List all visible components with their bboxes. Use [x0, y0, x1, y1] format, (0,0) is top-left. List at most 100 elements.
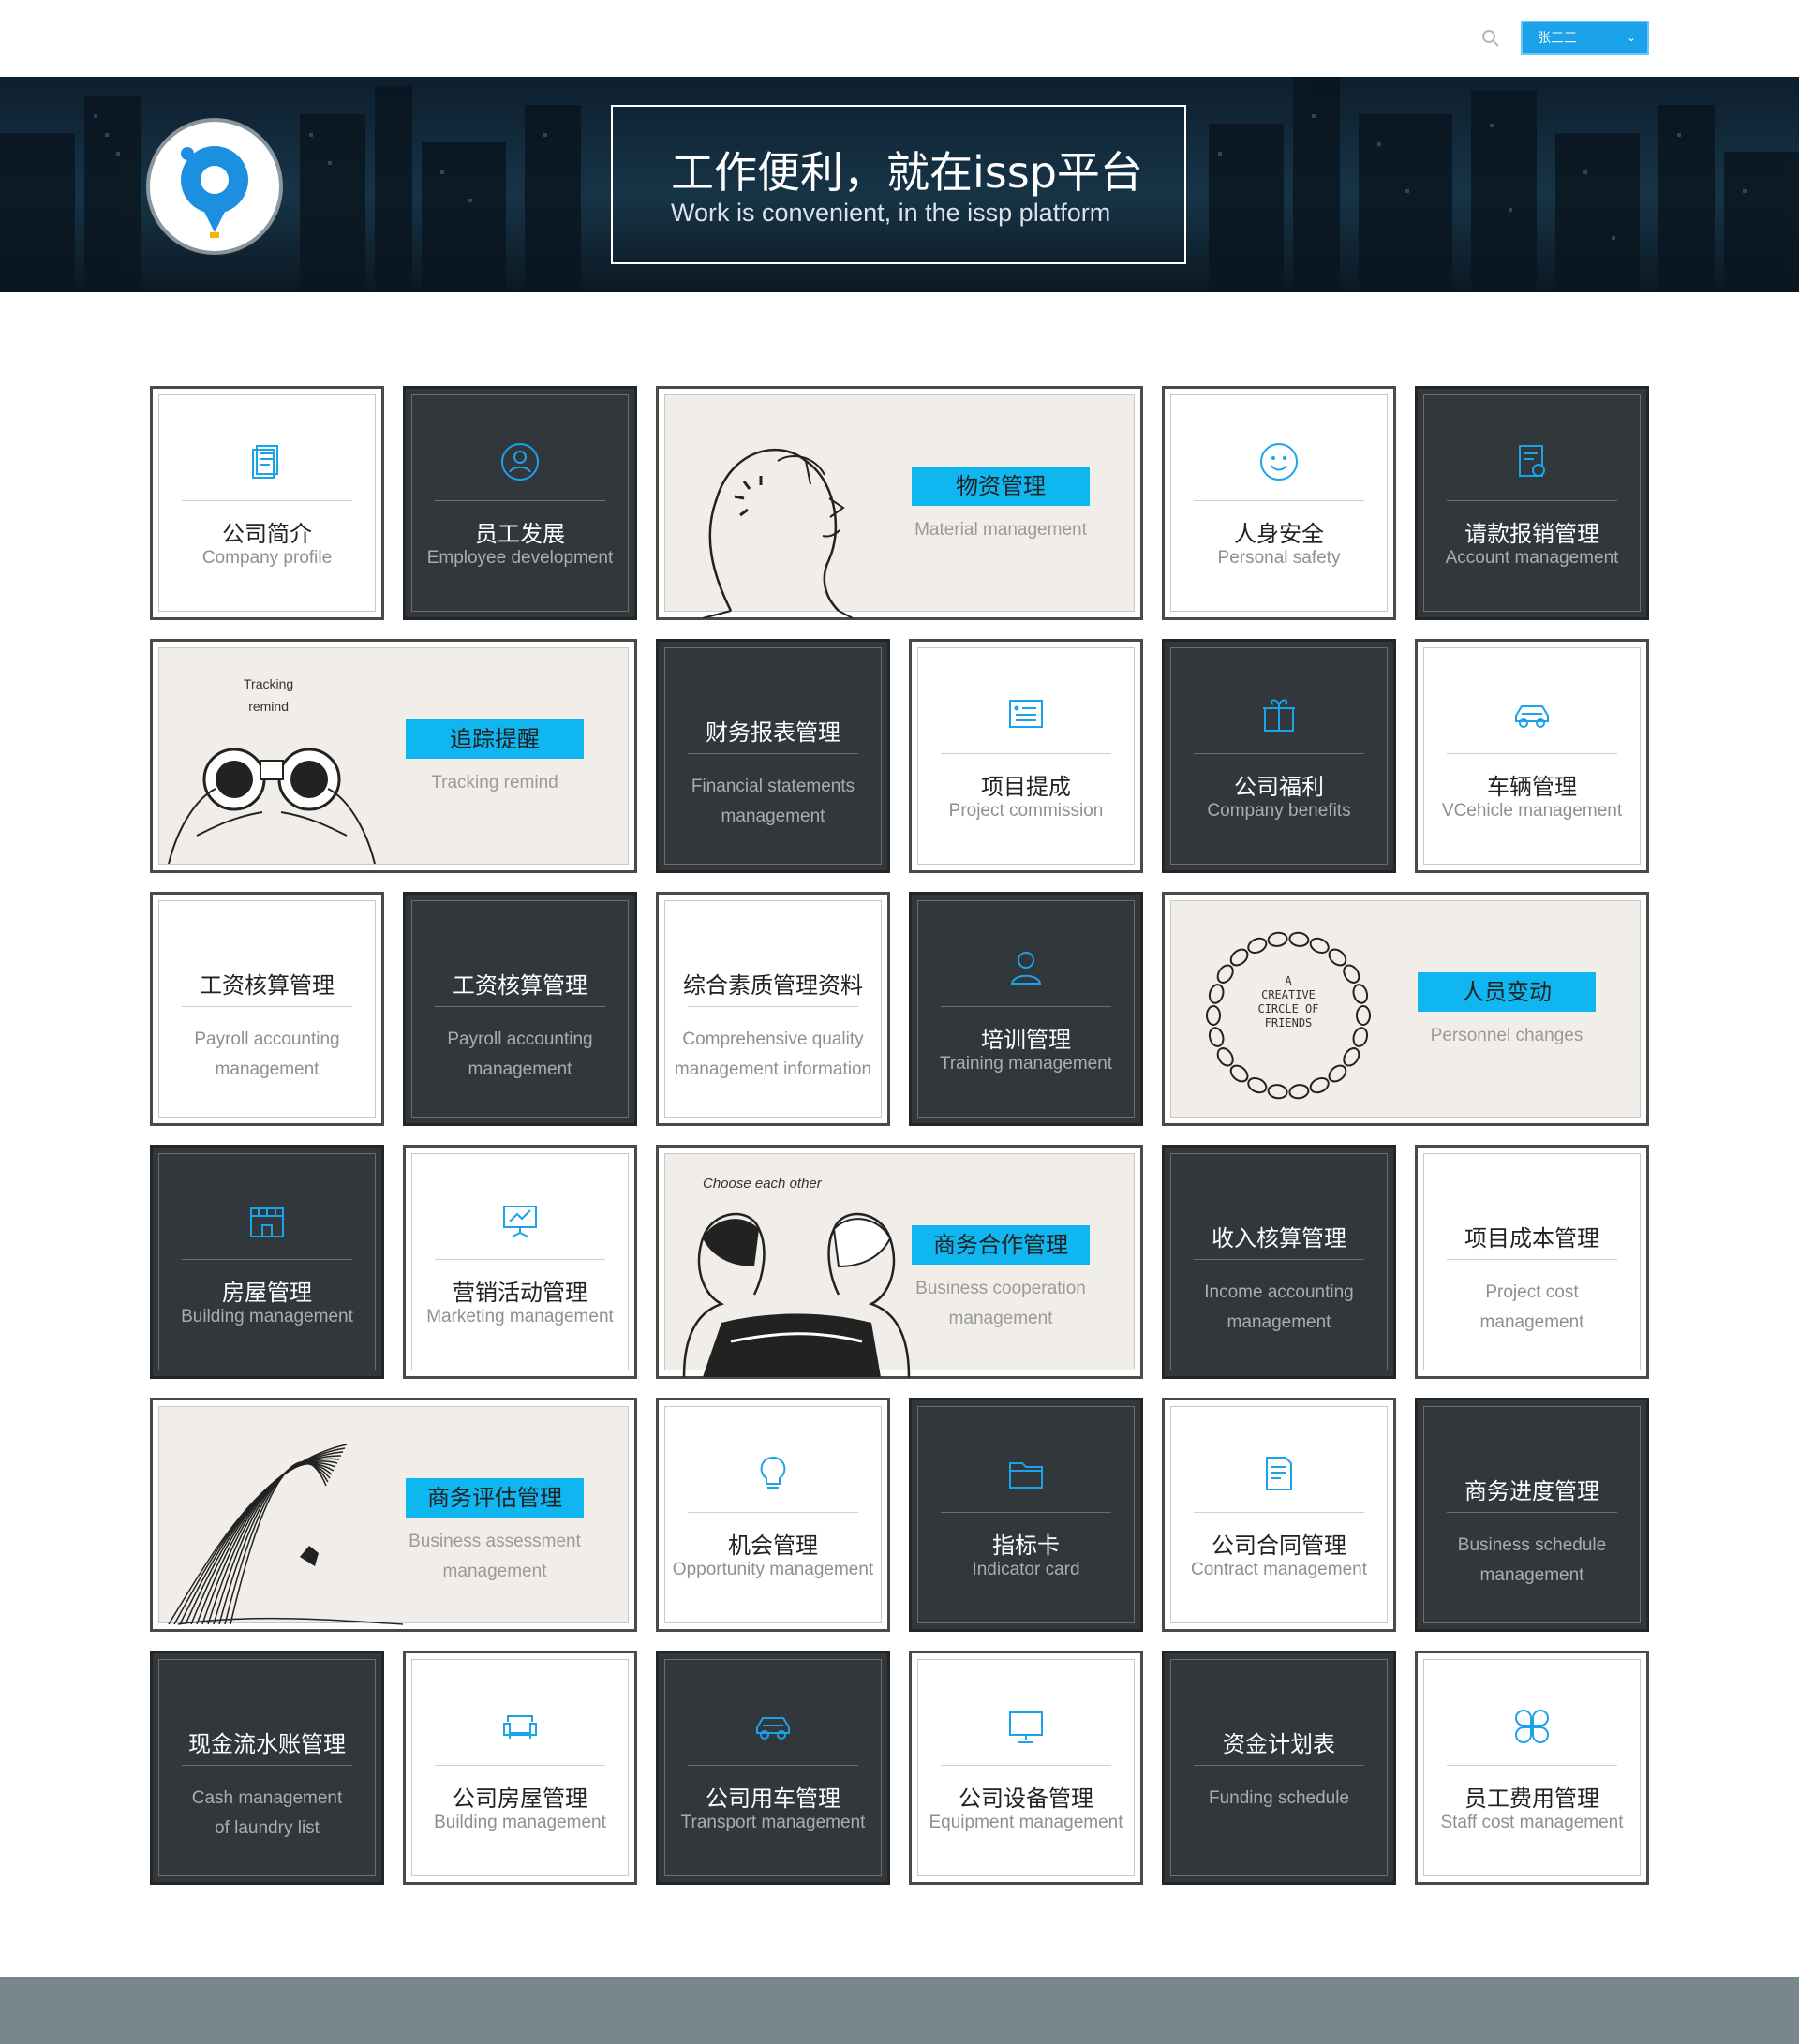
tile-divider: [435, 500, 605, 501]
module-tile[interactable]: 财务报表管理 Financial statements management: [656, 639, 890, 873]
module-tile[interactable]: A CREATIVE CIRCLE OF FRIENDS 人员变动 Personne…: [1162, 892, 1649, 1126]
tile-title: 收入核算管理: [1212, 1225, 1346, 1252]
tile-divider: [941, 1765, 1111, 1766]
module-tile[interactable]: 项目成本管理 Project cost management: [1415, 1145, 1649, 1379]
banner-title: 工作便利，就在issp平台: [671, 147, 1143, 198]
lightbulb-icon: [760, 1456, 786, 1489]
tile-subtitle: Marketing management: [426, 1307, 614, 1326]
tile-title: 财务报表管理: [706, 719, 840, 746]
footer: [0, 1977, 1799, 2044]
tile-frame: 物资管理 Material management: [664, 394, 1135, 619]
module-tile[interactable]: 指标卡 Indicator card: [909, 1398, 1143, 1632]
module-tile[interactable]: 综合素质管理资料 Comprehensive quality management…: [656, 892, 890, 1126]
module-tile[interactable]: 项目提成 Project commission: [909, 639, 1143, 873]
tile-title: 物资管理: [912, 467, 1090, 506]
tile-subtitle: Comprehensive quality management informa…: [674, 1029, 872, 1079]
search-icon[interactable]: [1480, 28, 1501, 49]
tile-subtitle: Payroll accounting management: [194, 1029, 340, 1079]
tile-divider: [435, 1765, 605, 1766]
tile-divider: [941, 753, 1111, 754]
tile-title: 人员变动: [1418, 972, 1596, 1012]
tile-divider: [182, 1765, 352, 1766]
tile-subtitle: Transport management: [680, 1813, 866, 1832]
tile-frame: 商务评估管理 Business assessment management: [158, 1406, 629, 1625]
tile-subtitle: Company profile: [201, 548, 333, 568]
module-tile[interactable]: 现金流水账管理 Cash management of laundry list: [150, 1651, 384, 1885]
module-tile[interactable]: 营销活动管理 Marketing management: [403, 1145, 637, 1379]
module-tile[interactable]: 车辆管理 VCehicle management: [1415, 639, 1649, 873]
circle-of-friends-illustration: [1171, 901, 1647, 1129]
tile-subtitle: Financial statements management: [691, 777, 855, 826]
tile-divider: [1194, 500, 1364, 501]
user-circle-icon: [501, 443, 539, 481]
module-tile[interactable]: 工资核算管理 Payroll accounting management: [403, 892, 637, 1126]
module-tile[interactable]: 商务进度管理 Business schedule management: [1415, 1398, 1649, 1632]
wave-illustration: [159, 1407, 635, 1635]
folder-icon: [1009, 1462, 1043, 1489]
module-tile[interactable]: 公司简介 Company profile: [150, 386, 384, 620]
tile-frame: 人身安全 Personal safety: [1170, 394, 1388, 612]
module-tile[interactable]: 物资管理 Material management: [656, 386, 1143, 620]
tile-divider: [688, 1512, 858, 1513]
tile-divider: [182, 1006, 352, 1007]
hero-banner: 工作便利，就在issp平台 Work is convenient, in the…: [0, 77, 1799, 292]
tile-frame: 车辆管理 VCehicle management: [1423, 647, 1641, 865]
tile-divider: [941, 1006, 1111, 1007]
tile-divider: [435, 1006, 605, 1007]
presentation-icon: [503, 1206, 537, 1237]
module-tile[interactable]: 机会管理 Opportunity management: [656, 1398, 890, 1632]
module-tile[interactable]: 收入核算管理 Income accounting management: [1162, 1145, 1396, 1379]
user-name: 张三三: [1538, 30, 1577, 45]
tile-frame: 公司福利 Company benefits: [1170, 647, 1388, 865]
module-tile[interactable]: 人身安全 Personal safety: [1162, 386, 1396, 620]
tile-divider: [182, 1259, 352, 1260]
tile-subtitle: Material management: [914, 520, 1087, 540]
thinking-man-illustration: [665, 395, 1141, 623]
module-tile[interactable]: 资金计划表 Funding schedule: [1162, 1651, 1396, 1885]
issp-logo[interactable]: [150, 122, 279, 251]
tile-subtitle: Income accounting management: [1204, 1282, 1354, 1332]
module-tile[interactable]: 工资核算管理 Payroll accounting management: [150, 892, 384, 1126]
module-tile[interactable]: Tracking remind 追踪提醒 Tracking remind: [150, 639, 637, 873]
banner-slogan-box: 工作便利，就在issp平台 Work is convenient, in the…: [611, 105, 1186, 264]
module-tile[interactable]: 公司设备管理 Equipment management: [909, 1651, 1143, 1885]
tile-frame: 项目提成 Project commission: [917, 647, 1135, 865]
module-tile[interactable]: 房屋管理 Building management: [150, 1145, 384, 1379]
tile-title: 商务进度管理: [1464, 1478, 1599, 1504]
tile-divider: [1194, 753, 1364, 754]
tile-divider: [1194, 1259, 1364, 1260]
module-tile[interactable]: 员工发展 Employee development: [403, 386, 637, 620]
tile-frame: 现金流水账管理 Cash management of laundry list: [158, 1659, 376, 1876]
module-tile[interactable]: 公司合同管理 Contract management: [1162, 1398, 1396, 1632]
tile-title: 追踪提醒: [406, 719, 584, 759]
module-tile[interactable]: 员工费用管理 Staff cost management: [1415, 1651, 1649, 1885]
tile-frame: 项目成本管理 Project cost management: [1423, 1153, 1641, 1370]
module-tile[interactable]: 请款报销管理 Account management: [1415, 386, 1649, 620]
car-icon: [756, 1717, 790, 1740]
tile-title: 项目成本管理: [1464, 1225, 1599, 1252]
module-tile[interactable]: 培训管理 Training management: [909, 892, 1143, 1126]
tile-subtitle: Project cost management: [1479, 1282, 1584, 1332]
monitor-icon: [1009, 1711, 1043, 1743]
module-tile[interactable]: 商务评估管理 Business assessment management: [150, 1398, 637, 1632]
tile-subtitle: Building management: [181, 1307, 353, 1326]
tile-subtitle: Employee development: [426, 548, 614, 568]
tile-frame: 指标卡 Indicator card: [917, 1406, 1135, 1623]
tile-frame: 综合素质管理资料 Comprehensive quality management…: [664, 900, 882, 1118]
tile-title: 现金流水账管理: [188, 1731, 346, 1757]
tile-frame: 公司设备管理 Equipment management: [917, 1659, 1135, 1876]
module-tile[interactable]: Choose each other 商务合作管理 Business cooperat…: [656, 1145, 1143, 1379]
module-tile[interactable]: 公司福利 Company benefits: [1162, 639, 1396, 873]
tile-frame: 工资核算管理 Payroll accounting management: [411, 900, 629, 1118]
tile-subtitle: Cash management of laundry list: [191, 1788, 343, 1838]
tile-frame: 公司房屋管理 Building management: [411, 1659, 629, 1876]
chevron-down-icon: ⌄: [1626, 31, 1636, 44]
tile-title: 商务合作管理: [912, 1225, 1090, 1265]
module-tile[interactable]: 公司用车管理 Transport management: [656, 1651, 890, 1885]
tile-frame: 财务报表管理 Financial statements management: [664, 647, 882, 865]
module-tile[interactable]: 公司房屋管理 Building management: [403, 1651, 637, 1885]
user-dropdown[interactable]: 张三三 ⌄: [1521, 21, 1649, 55]
tile-subtitle: Project commission: [948, 801, 1104, 821]
tile-subtitle: Equipment management: [929, 1813, 1123, 1832]
tile-title: 资金计划表: [1223, 1731, 1335, 1757]
